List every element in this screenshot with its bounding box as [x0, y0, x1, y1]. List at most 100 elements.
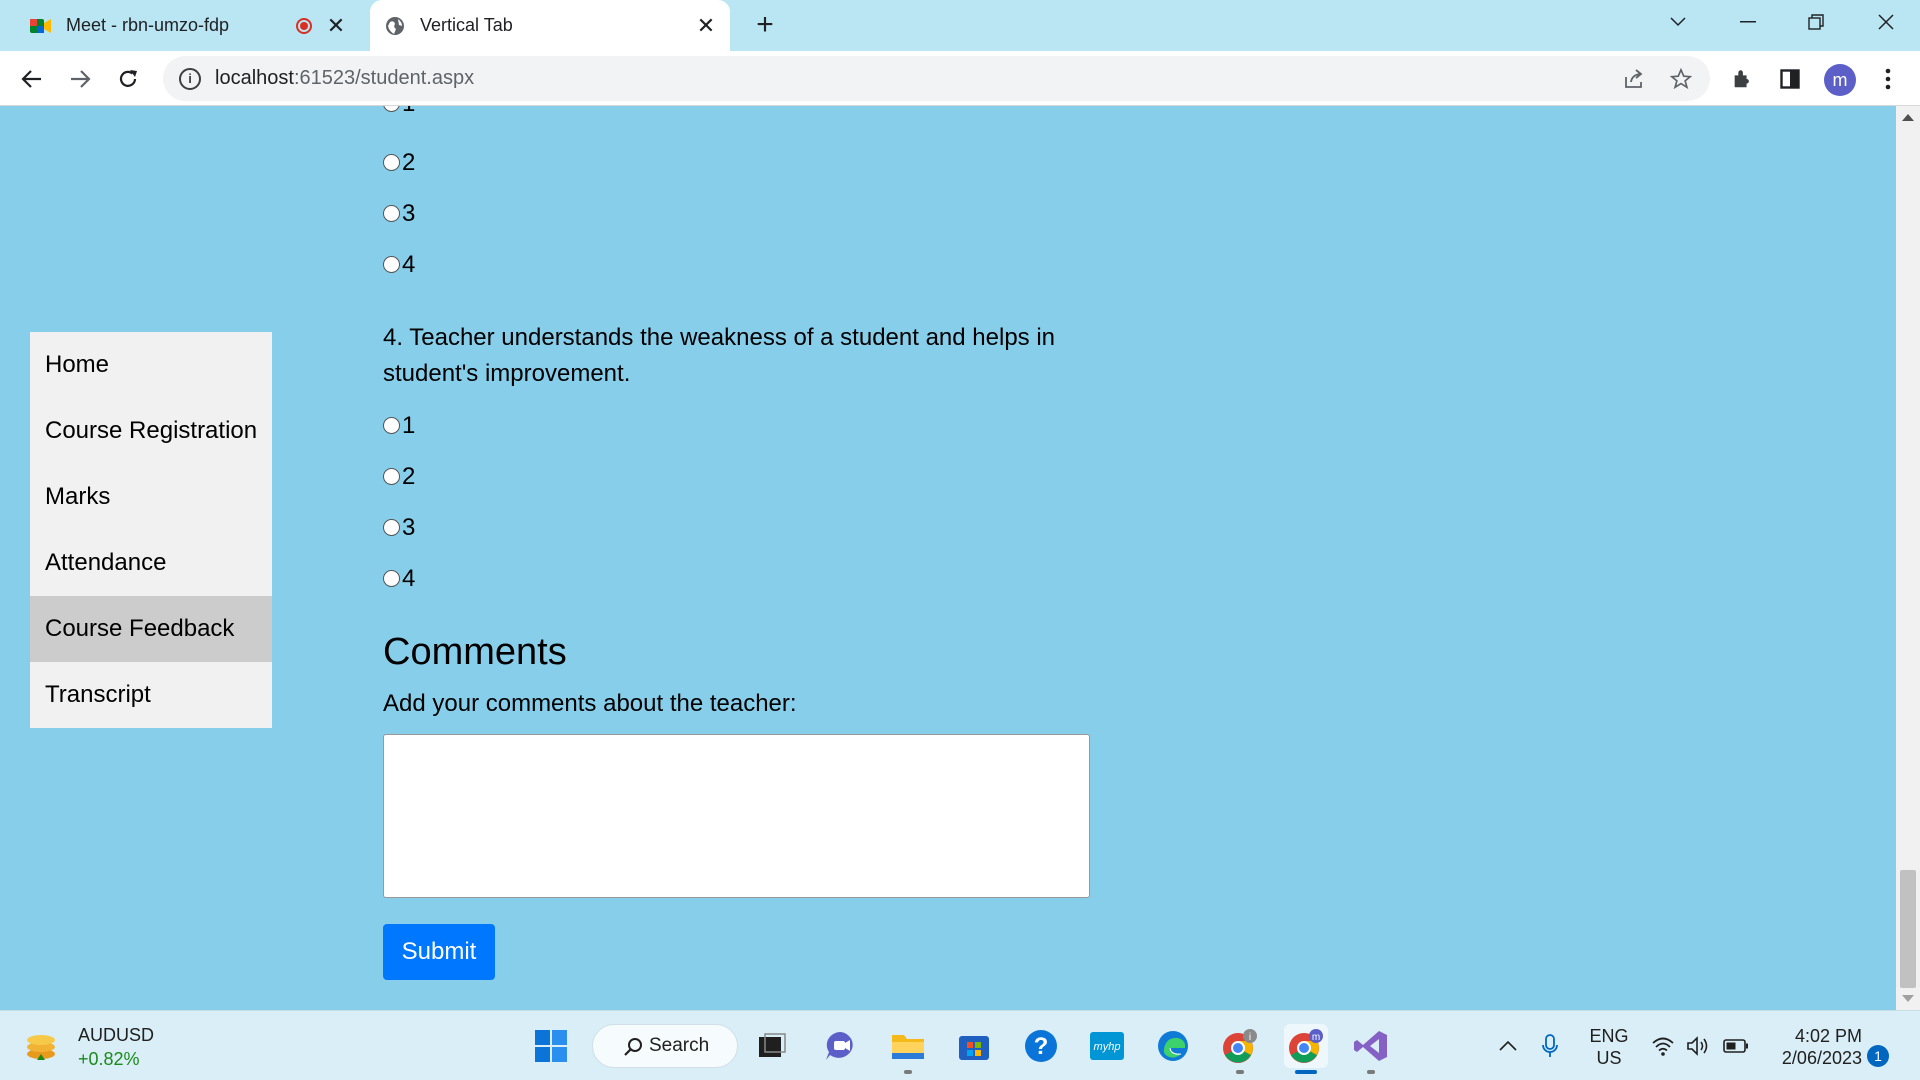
minimize-icon[interactable] — [1720, 0, 1776, 44]
radio-button[interactable] — [383, 204, 400, 222]
stock-widget[interactable]: AUDUSD +0.82% — [24, 1023, 154, 1071]
sidebar-item-marks[interactable]: Marks — [30, 464, 272, 530]
tab-title: Vertical Tab — [420, 15, 513, 35]
info-icon[interactable]: i — [179, 67, 201, 90]
q4-option[interactable]: 1 — [383, 412, 415, 440]
submit-button[interactable]: Submit — [383, 924, 495, 980]
wifi-icon[interactable] — [1650, 1024, 1676, 1068]
sidebar-item-course-registration[interactable]: Course Registration — [30, 398, 272, 464]
edge-icon[interactable] — [1151, 1024, 1195, 1068]
q4-option[interactable]: 2 — [383, 463, 415, 491]
sidebar-item-course-feedback[interactable]: Course Feedback — [30, 596, 272, 662]
tab-meet[interactable]: Meet - rbn-umzo-fdp ✕ — [16, 0, 360, 51]
comments-heading: Comments — [383, 631, 567, 673]
taskbar-search[interactable]: Search — [592, 1024, 738, 1068]
q4-option[interactable]: 3 — [383, 514, 415, 542]
sidebar-item-attendance[interactable]: Attendance — [30, 530, 272, 596]
clock-date: 2/06/2023 — [1781, 1048, 1862, 1068]
back-icon[interactable] — [14, 61, 50, 97]
chevron-up-icon[interactable] — [1496, 1024, 1520, 1068]
microphone-icon[interactable] — [1538, 1024, 1562, 1068]
radio-button[interactable] — [383, 106, 400, 112]
sidebar-item-transcript[interactable]: Transcript — [30, 662, 272, 728]
globe-icon — [384, 15, 406, 37]
radio-button[interactable] — [383, 518, 400, 536]
star-icon[interactable] — [1666, 64, 1696, 94]
search-icon — [624, 1038, 642, 1056]
reload-icon[interactable] — [110, 61, 146, 97]
scroll-up-icon[interactable] — [1902, 114, 1914, 121]
close-icon[interactable]: ✕ — [322, 12, 350, 40]
radio-button[interactable] — [383, 153, 400, 171]
option-label: 3 — [402, 200, 416, 227]
option-label: 1 — [402, 412, 416, 439]
address-bar[interactable]: i localhost:61523/student.aspx — [163, 56, 1710, 101]
option-label: 2 — [402, 149, 416, 176]
search-label: Search — [649, 1035, 710, 1056]
sidebar: Home Course Registration Marks Attendanc… — [30, 332, 272, 728]
svg-text:?: ? — [1034, 1033, 1049, 1060]
tab-title: Meet - rbn-umzo-fdp — [66, 15, 230, 35]
comments-textarea[interactable] — [383, 734, 1090, 898]
q3-option[interactable]: 4 — [383, 251, 415, 279]
radio-button[interactable] — [383, 416, 400, 434]
option-label: 1 — [402, 106, 415, 118]
avatar[interactable]: m — [1824, 64, 1856, 96]
file-explorer-icon[interactable] — [886, 1024, 930, 1074]
coins-icon — [24, 1028, 62, 1066]
menu-icon[interactable] — [1872, 63, 1904, 95]
notification-badge[interactable]: 1 — [1867, 1045, 1889, 1067]
lang-line1: ENG — [1589, 1026, 1629, 1046]
svg-text:m: m — [1312, 1032, 1320, 1043]
help-icon[interactable]: ? — [1019, 1024, 1063, 1068]
clock[interactable]: 4:02 PM 2/06/2023 — [1766, 1025, 1862, 1069]
scroll-down-icon[interactable] — [1902, 995, 1914, 1002]
ticker-name: AUDUSD — [78, 1025, 155, 1045]
q4-option[interactable]: 4 — [383, 565, 415, 593]
taskbar: AUDUSD +0.82% Search ? myhp i m ENG US 4… — [0, 1010, 1920, 1080]
option-label: 4 — [402, 565, 416, 592]
tab-strip: Meet - rbn-umzo-fdp ✕ Vertical Tab ✕ + — [0, 0, 1920, 51]
forward-icon[interactable] — [62, 61, 98, 97]
q3-option[interactable]: 2 — [383, 149, 415, 177]
share-icon[interactable] — [1619, 64, 1649, 94]
chevron-down-icon[interactable] — [1650, 0, 1706, 44]
chrome-profile-icon[interactable]: m — [1284, 1024, 1328, 1074]
restore-icon[interactable] — [1788, 0, 1844, 44]
language-indicator[interactable]: ENG US — [1586, 1025, 1632, 1069]
teams-chat-icon[interactable] — [819, 1024, 863, 1068]
meet-icon — [30, 15, 52, 37]
visual-studio-icon[interactable] — [1349, 1024, 1393, 1074]
q3-option[interactable]: 1 — [383, 106, 415, 118]
radio-button[interactable] — [383, 569, 400, 587]
q3-option[interactable]: 3 — [383, 200, 415, 228]
ticker-change: +0.82% — [78, 1049, 140, 1069]
lang-line2: US — [1596, 1048, 1622, 1068]
radio-button[interactable] — [383, 467, 400, 485]
battery-icon[interactable] — [1722, 1024, 1750, 1068]
sidebar-item-home[interactable]: Home — [30, 332, 272, 398]
svg-text:myhp: myhp — [1094, 1041, 1121, 1053]
comments-label: Add your comments about the teacher: — [383, 690, 797, 717]
browser-toolbar: i localhost:61523/student.aspx m — [0, 51, 1920, 106]
sidepanel-icon[interactable] — [1774, 63, 1806, 95]
scrollbar[interactable] — [1896, 106, 1920, 1010]
ticker-text: AUDUSD +0.82% — [78, 1023, 154, 1071]
myhp-icon[interactable]: myhp — [1085, 1024, 1129, 1068]
option-label: 3 — [402, 514, 416, 541]
radio-button[interactable] — [383, 255, 400, 273]
task-view-icon[interactable] — [750, 1024, 794, 1068]
scroll-thumb[interactable] — [1900, 870, 1916, 988]
start-icon[interactable] — [529, 1024, 573, 1068]
window-close-icon[interactable] — [1858, 0, 1914, 44]
running-indicator — [1295, 1070, 1317, 1074]
puzzle-icon[interactable] — [1726, 63, 1758, 95]
tab-vertical-tab[interactable]: Vertical Tab ✕ — [370, 0, 730, 51]
running-indicator — [1236, 1070, 1244, 1074]
running-indicator — [1367, 1070, 1375, 1074]
store-icon[interactable] — [952, 1024, 996, 1068]
volume-icon[interactable] — [1686, 1024, 1712, 1068]
plus-icon[interactable]: + — [748, 8, 782, 42]
close-icon[interactable]: ✕ — [692, 12, 720, 40]
chrome-icon[interactable]: i — [1218, 1024, 1262, 1074]
